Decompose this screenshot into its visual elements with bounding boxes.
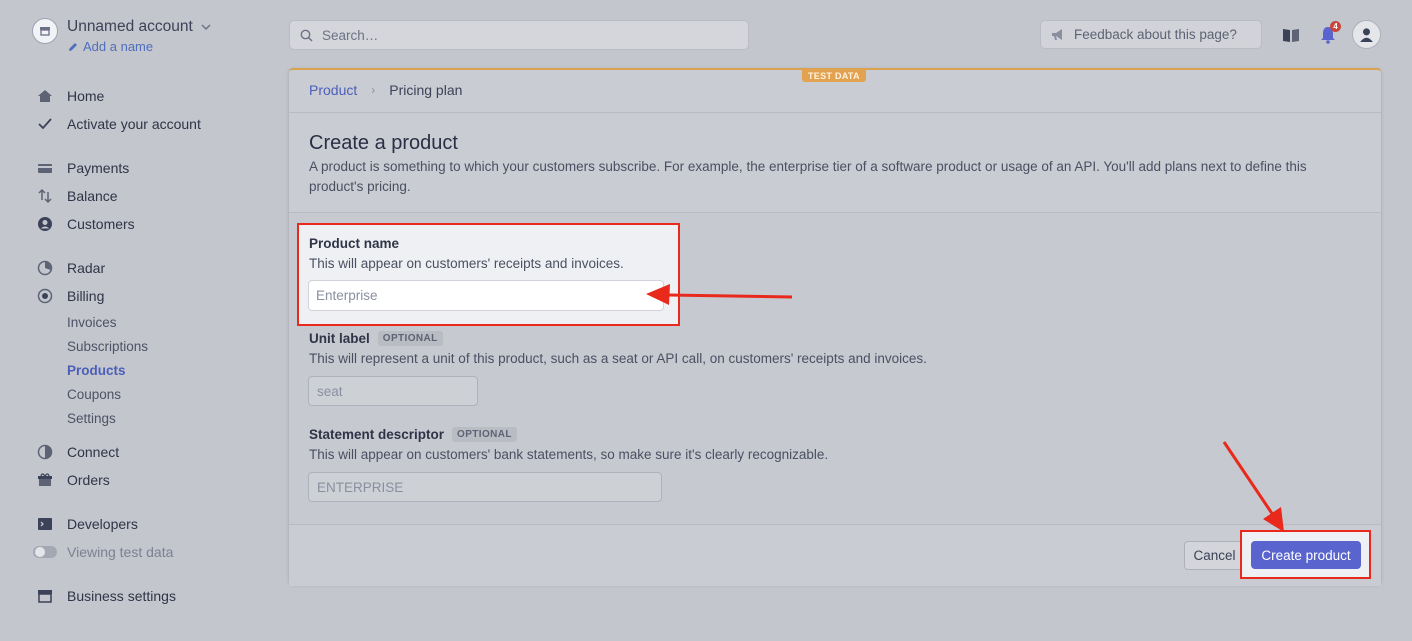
create-product-button[interactable]: Create product xyxy=(1251,541,1361,569)
sidebar-subitem-invoices[interactable]: Invoices xyxy=(67,315,117,330)
create-product-highlight: Create product xyxy=(1240,530,1371,579)
sidebar-item-label: Orders xyxy=(67,472,110,488)
add-name-label: Add a name xyxy=(83,39,154,54)
sidebar-item-business-settings[interactable]: Business settings xyxy=(36,588,176,604)
sidebar-item-customers[interactable]: Customers xyxy=(36,216,135,232)
test-data-toggle[interactable]: Viewing test data xyxy=(33,544,173,560)
unit-label-label: Unit label OPTIONAL xyxy=(309,331,443,346)
sidebar-item-orders[interactable]: Orders xyxy=(36,472,110,488)
breadcrumb: Product › Pricing plan xyxy=(309,82,462,98)
sidebar-item-label: Payments xyxy=(67,160,130,176)
sidebar: Unnamed account Add a name Home Activate… xyxy=(0,0,270,641)
sidebar-item-home[interactable]: Home xyxy=(36,88,104,104)
docs-book-icon[interactable] xyxy=(1281,25,1301,45)
unit-label-input[interactable] xyxy=(308,376,478,406)
create-product-card: TEST DATA Product › Pricing plan Create … xyxy=(289,68,1381,586)
test-data-badge: TEST DATA xyxy=(802,69,866,82)
sidebar-subitem-products[interactable]: Products xyxy=(67,363,126,378)
store-icon xyxy=(36,588,54,604)
statement-descriptor-help: This will appear on customers' bank stat… xyxy=(309,447,829,462)
unit-label-help: This will represent a unit of this produ… xyxy=(309,351,927,366)
breadcrumb-pricing-plan: Pricing plan xyxy=(389,82,463,98)
search-icon xyxy=(300,29,313,42)
optional-tag: OPTIONAL xyxy=(452,427,517,442)
sidebar-item-label: Customers xyxy=(67,216,135,232)
chevron-right-icon: › xyxy=(371,83,376,97)
page-title: Create a product xyxy=(309,132,458,154)
sidebar-item-label: Billing xyxy=(67,288,105,304)
unit-label-text: Unit label xyxy=(309,331,370,346)
search-bar[interactable]: Search… xyxy=(289,20,749,50)
checkmark-icon xyxy=(36,116,54,132)
user-icon xyxy=(1360,28,1373,42)
sidebar-item-payments[interactable]: Payments xyxy=(36,160,129,176)
page-description: A product is something to which your cus… xyxy=(309,159,1307,194)
sidebar-subitem-settings[interactable]: Settings xyxy=(67,411,116,426)
sidebar-item-label: Developers xyxy=(67,516,138,532)
account-switcher[interactable]: Unnamed account Add a name xyxy=(32,18,211,54)
breadcrumb-product[interactable]: Product xyxy=(309,82,357,98)
chevron-down-icon xyxy=(201,24,211,30)
orders-gift-icon xyxy=(36,472,54,488)
megaphone-icon xyxy=(1052,29,1062,40)
user-avatar[interactable] xyxy=(1352,20,1381,49)
sidebar-item-label: Home xyxy=(67,88,105,104)
sidebar-item-label: Activate your account xyxy=(67,116,201,132)
optional-tag: OPTIONAL xyxy=(377,331,443,346)
radar-icon xyxy=(36,260,54,276)
sidebar-item-balance[interactable]: Balance xyxy=(36,188,118,204)
payments-icon xyxy=(36,160,54,176)
connect-icon xyxy=(36,444,54,460)
card-footer: Cancel Create product xyxy=(289,525,1381,586)
toggle-switch-icon xyxy=(33,544,57,560)
cancel-button[interactable]: Cancel xyxy=(1184,541,1245,570)
sidebar-item-billing[interactable]: Billing xyxy=(36,288,104,304)
search-placeholder: Search… xyxy=(322,27,379,43)
notifications-bell-icon[interactable]: 4 xyxy=(1318,21,1341,45)
sidebar-item-label: Balance xyxy=(67,188,118,204)
sidebar-item-label: Business settings xyxy=(67,588,176,604)
feedback-label: Feedback about this page? xyxy=(1074,27,1237,42)
toggle-label: Viewing test data xyxy=(67,544,174,560)
statement-descriptor-text: Statement descriptor xyxy=(309,427,445,442)
add-name-link[interactable]: Add a name xyxy=(67,39,211,54)
product-name-help: This will appear on customers' receipts … xyxy=(309,256,624,271)
statement-descriptor-label: Statement descriptor OPTIONAL xyxy=(309,427,517,442)
sidebar-item-connect[interactable]: Connect xyxy=(36,444,119,460)
product-name-highlight: Product name This will appear on custome… xyxy=(297,223,680,326)
sidebar-subitem-coupons[interactable]: Coupons xyxy=(67,387,121,402)
feedback-button[interactable]: Feedback about this page? xyxy=(1040,20,1262,49)
sidebar-item-label: Radar xyxy=(67,260,106,276)
home-icon xyxy=(36,88,54,104)
sidebar-item-label: Connect xyxy=(67,444,120,460)
sidebar-item-developers[interactable]: Developers xyxy=(36,516,138,532)
divider xyxy=(289,112,1381,113)
pencil-icon xyxy=(69,42,77,51)
notification-count-badge: 4 xyxy=(1330,21,1341,32)
sidebar-subitem-subscriptions[interactable]: Subscriptions xyxy=(67,339,148,354)
store-icon xyxy=(32,18,58,44)
statement-descriptor-input[interactable] xyxy=(308,472,662,502)
account-name: Unnamed account xyxy=(67,18,193,35)
product-name-input[interactable] xyxy=(308,280,664,311)
customer-icon xyxy=(36,216,54,232)
terminal-icon xyxy=(36,516,54,532)
product-name-label: Product name xyxy=(309,236,400,251)
sidebar-item-radar[interactable]: Radar xyxy=(36,260,105,276)
balance-arrows-icon xyxy=(36,188,54,204)
sidebar-item-activate[interactable]: Activate your account xyxy=(36,116,201,132)
billing-icon xyxy=(36,288,54,304)
